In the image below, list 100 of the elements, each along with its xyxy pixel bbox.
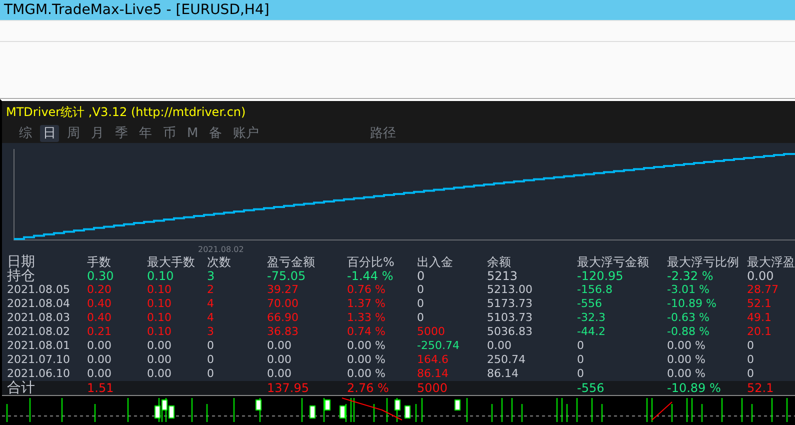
table-cell-text: 39.27 bbox=[267, 283, 300, 297]
table-cell-text: 1.51 bbox=[87, 381, 115, 395]
table-cell-text: 0.00 % bbox=[347, 367, 386, 381]
table-cell-text: 0.10 bbox=[147, 325, 172, 339]
column-header: 余额 bbox=[487, 255, 512, 269]
table-cell-text: 0.76 % bbox=[347, 283, 386, 297]
tab[interactable]: 季 bbox=[112, 124, 131, 142]
table-cell-text: -3.01 % bbox=[667, 283, 710, 297]
table-cell-text: 36.83 bbox=[267, 325, 300, 339]
axis-label: 2021.08.02 bbox=[198, 245, 244, 254]
table-cell-text: 0 bbox=[417, 283, 425, 297]
tab[interactable]: 备 bbox=[206, 124, 226, 142]
table-cell-text: 2021.07.10 bbox=[7, 353, 71, 367]
table-cell-text: -1.44 % bbox=[347, 269, 394, 283]
table-cell-text: 0.00 bbox=[147, 353, 172, 367]
column-header: 最大手数 bbox=[147, 255, 196, 269]
table-cell-text: 5000 bbox=[417, 325, 446, 339]
table-cell-text: 0 bbox=[577, 367, 585, 381]
table-cell-text: 0.40 bbox=[87, 297, 112, 311]
table-cell-text: -120.95 bbox=[577, 269, 624, 283]
column-header: 盈亏金额 bbox=[267, 255, 316, 269]
table-cell-text: 4 bbox=[207, 297, 215, 311]
column-header: 最大浮盈 bbox=[747, 255, 795, 269]
table-cell-text: 4 bbox=[207, 311, 215, 325]
tab[interactable]: 日 bbox=[40, 124, 59, 142]
table-cell-text: 49.1 bbox=[747, 311, 772, 325]
table-cell-text: 0.40 bbox=[87, 311, 112, 325]
table-cell-text: 0.00 % bbox=[667, 353, 706, 367]
table-cell-text: 0 bbox=[417, 269, 426, 283]
table-cell-text: 0 bbox=[207, 353, 215, 367]
table-cell-text: 0.00 % bbox=[667, 367, 706, 381]
tab[interactable]: 账户 bbox=[230, 124, 262, 142]
tab[interactable]: 周 bbox=[64, 124, 83, 142]
table-cell-text: 2021.08.03 bbox=[7, 311, 71, 325]
column-header: 日期 bbox=[7, 255, 36, 269]
table-cell-text: 0.00 bbox=[147, 339, 172, 353]
table-cell-text: 0 bbox=[417, 297, 425, 311]
table-cell-text: 0.10 bbox=[147, 283, 172, 297]
table-cell-text: 0 bbox=[417, 311, 425, 325]
table-cell-text: 2021.08.05 bbox=[7, 283, 71, 297]
tab[interactable]: M bbox=[184, 124, 202, 142]
tab[interactable]: 路径 bbox=[367, 124, 400, 142]
tab[interactable]: 币 bbox=[160, 124, 179, 142]
table-cell-text: 0 bbox=[577, 339, 585, 353]
table-cell-text: -156.8 bbox=[577, 283, 614, 297]
table-cell-text: -0.88 % bbox=[667, 325, 710, 339]
table-cell-text: 66.90 bbox=[267, 311, 300, 325]
table-cell-text: 0.20 bbox=[87, 283, 112, 297]
table-cell-text: -10.89 % bbox=[667, 381, 722, 395]
table-cell-text: -32.3 bbox=[577, 311, 606, 325]
table-cell-text: 0.00 bbox=[87, 353, 112, 367]
table-cell-text: 0.00 bbox=[87, 367, 112, 381]
table-cell-text: 0.10 bbox=[147, 269, 175, 283]
table-cell-text: -556 bbox=[577, 297, 603, 311]
tab[interactable]: 月 bbox=[88, 124, 107, 142]
panel-title: MTDriver统计 ,V3.12 (http://mtdriver.cn) bbox=[2, 101, 795, 123]
table-cell-text: 2021.06.10 bbox=[7, 367, 71, 380]
table-cell-text: 0 bbox=[207, 367, 215, 381]
table-cell-text: 3 bbox=[207, 325, 215, 339]
table-cell-text: 5173.73 bbox=[487, 297, 534, 311]
table-cell-text: 2021.08.02 bbox=[7, 325, 71, 339]
table-cell-text: 0.00 bbox=[267, 367, 292, 381]
column-header: 次数 bbox=[207, 255, 232, 269]
table-cell-text: -44.2 bbox=[577, 325, 606, 339]
table-cell-text: 0.00 bbox=[267, 353, 292, 367]
table-cell-text: 2.76 % bbox=[347, 381, 390, 395]
table-cell-text: -556 bbox=[577, 381, 606, 395]
tab[interactable]: 年 bbox=[136, 124, 155, 142]
table-cell-text: 0.00 % bbox=[667, 339, 706, 353]
table-cell-text: 250.74 bbox=[487, 353, 526, 367]
table-cell-text: 0.21 bbox=[87, 325, 112, 339]
table-cell-text: 164.6 bbox=[417, 353, 450, 367]
table-cell-text: 52.1 bbox=[747, 297, 772, 311]
window-title: TMGM.TradeMax-Live5 - [EURUSD,H4] bbox=[0, 0, 795, 20]
table-cell-text: 持仓 bbox=[7, 269, 36, 283]
table-cell-text: 28.77 bbox=[747, 283, 780, 297]
table-cell-text: 0 bbox=[747, 339, 755, 353]
tab[interactable]: 综 bbox=[16, 124, 35, 142]
table-cell-text: 5213.00 bbox=[487, 283, 534, 297]
table-cell-text: 0 bbox=[747, 367, 755, 381]
table-cell-text: 0.00 bbox=[747, 269, 775, 283]
column-header: 最大浮亏金额 bbox=[577, 255, 650, 269]
table-cell-text: 0.00 % bbox=[347, 339, 386, 353]
table-cell-text: 5213 bbox=[487, 269, 519, 283]
column-header: 百分比% bbox=[347, 255, 396, 269]
column-header: 最大浮亏比例 bbox=[667, 255, 740, 269]
table-cell-text: 52.1 bbox=[747, 381, 775, 395]
table-cell-text: 0 bbox=[747, 353, 755, 367]
table-cell-text: 20.1 bbox=[747, 325, 772, 339]
column-header: 手数 bbox=[87, 255, 112, 269]
table-cell-text: 70.00 bbox=[267, 297, 300, 311]
table-cell-text: 0.10 bbox=[147, 311, 172, 325]
table-cell-text: -75.05 bbox=[267, 269, 307, 283]
table-cell-text: 5000 bbox=[417, 381, 449, 395]
table-cell-text: 2 bbox=[207, 283, 215, 297]
table-cell-text: 0.10 bbox=[147, 297, 172, 311]
table-cell-text: 0.74 % bbox=[347, 325, 386, 339]
table-cell-text: 86.14 bbox=[487, 367, 520, 381]
table-cell-text: -0.63 % bbox=[667, 311, 710, 325]
table-cell-text: -250.74 bbox=[417, 339, 460, 353]
